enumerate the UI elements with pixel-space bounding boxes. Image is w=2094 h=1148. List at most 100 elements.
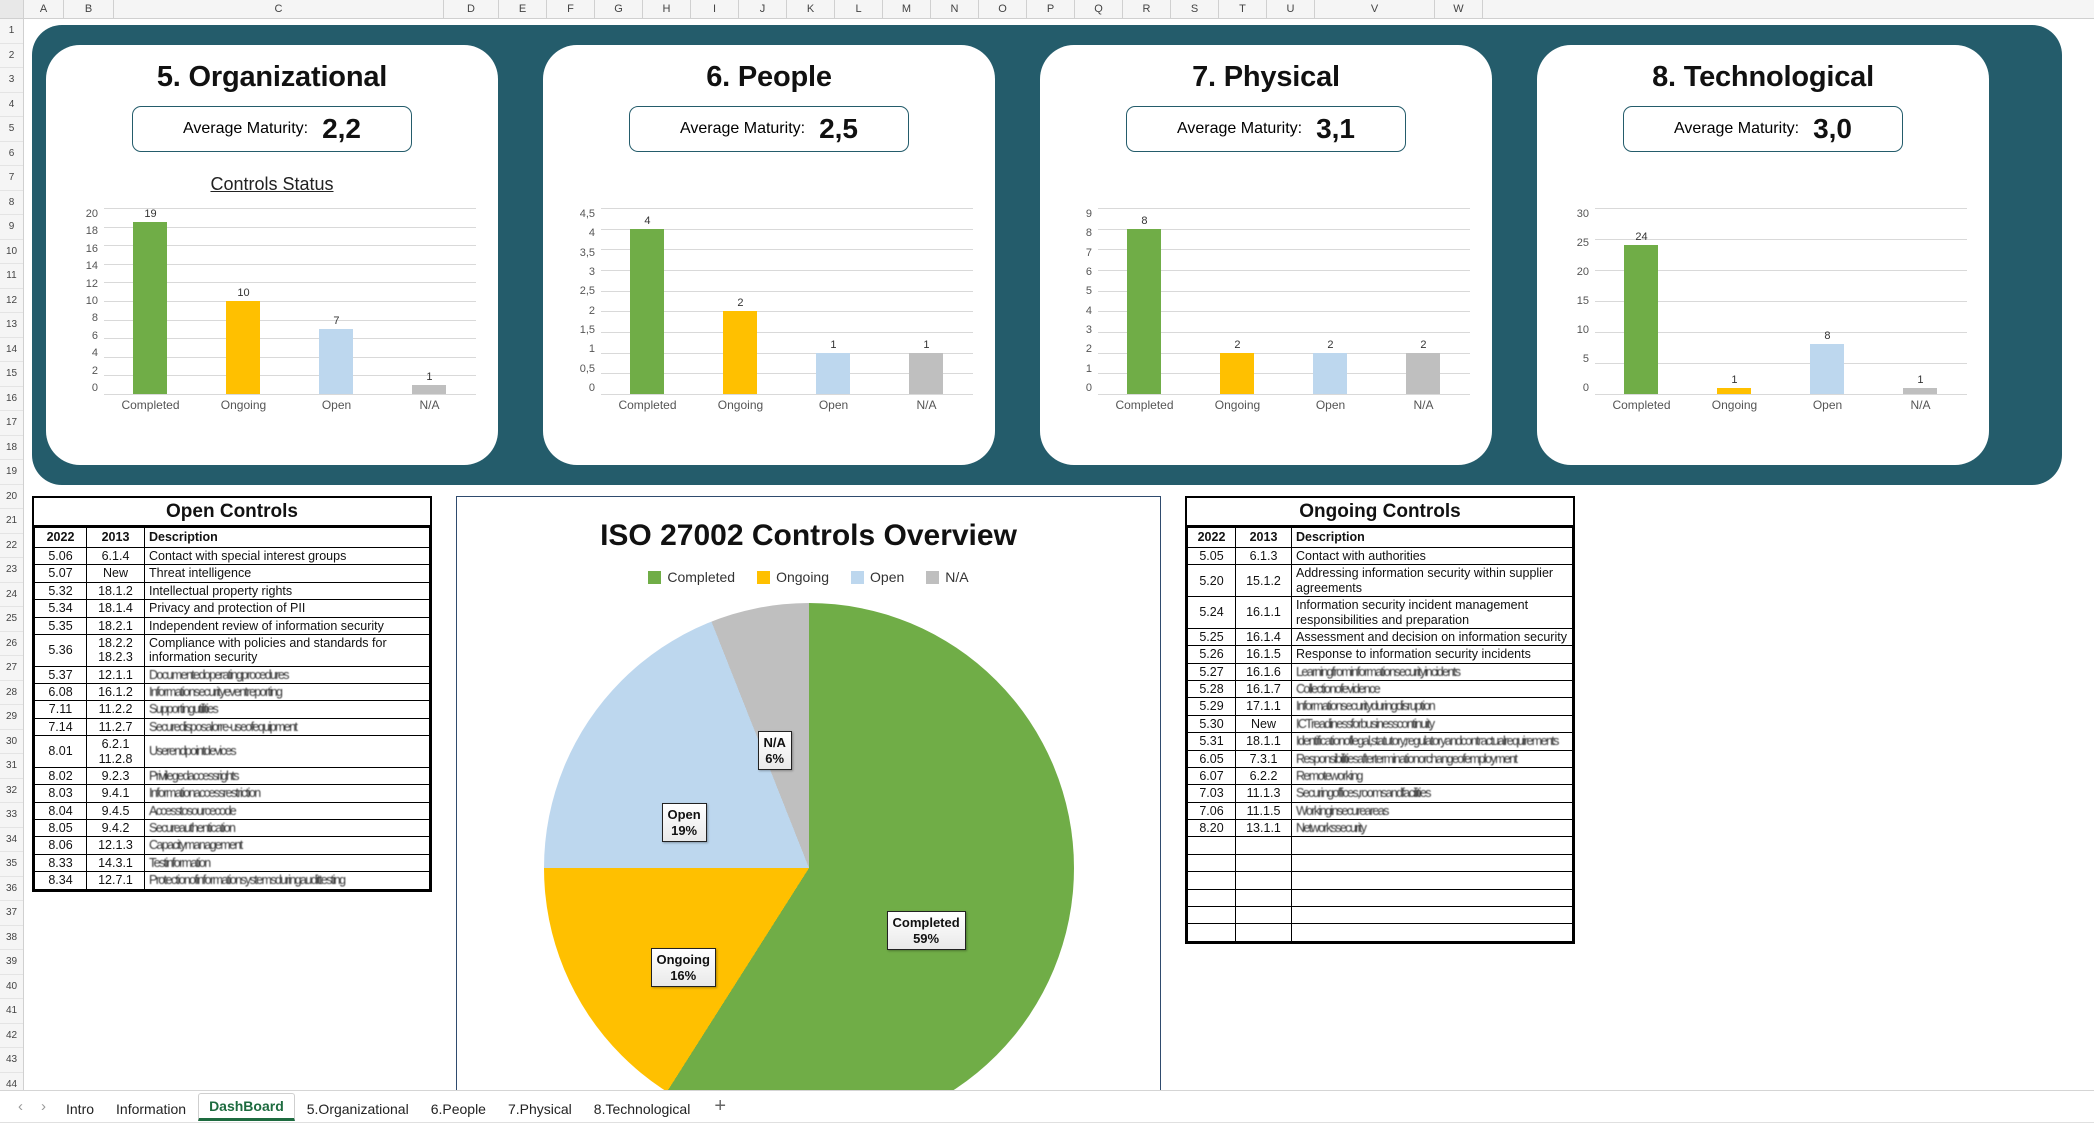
prev-sheet-button[interactable]: ‹: [10, 1098, 31, 1115]
column-header-W[interactable]: W: [1435, 0, 1483, 18]
add-sheet-button[interactable]: +: [702, 1095, 738, 1118]
table-row[interactable]: 8.20 13.1.1 Networks security: [1187, 818, 1573, 838]
table-row[interactable]: 5.07 New Threat intelligence: [34, 564, 430, 583]
table-row[interactable]: 7.11 11.2.2 Supporting utilities: [34, 700, 430, 719]
row-header-26[interactable]: 26: [0, 631, 23, 656]
row-header-30[interactable]: 30: [0, 729, 23, 754]
sheet-tab-intro[interactable]: Intro: [56, 1097, 104, 1121]
row-header-24[interactable]: 24: [0, 582, 23, 607]
row-header-1[interactable]: 1: [0, 19, 23, 44]
row-header-39[interactable]: 39: [0, 950, 23, 975]
column-header-C[interactable]: C: [114, 0, 444, 18]
column-header-O[interactable]: O: [979, 0, 1027, 18]
column-header-D[interactable]: D: [444, 0, 499, 18]
column-header-Q[interactable]: Q: [1075, 0, 1123, 18]
row-header-27[interactable]: 27: [0, 656, 23, 681]
next-sheet-button[interactable]: ›: [33, 1098, 54, 1115]
sheet-tab-dashboard[interactable]: DashBoard: [198, 1092, 295, 1121]
column-header-T[interactable]: T: [1219, 0, 1267, 18]
table-row[interactable]: 8.33 14.3.1 Test information: [34, 853, 430, 873]
table-row[interactable]: 5.05 6.1.3 Contact with authorities: [1187, 546, 1573, 566]
table-row[interactable]: 6.05 7.3.1 Responsibilities after terminat…: [1187, 749, 1573, 768]
column-header-A[interactable]: A: [24, 0, 64, 18]
column-header-H[interactable]: H: [643, 0, 691, 18]
table-row[interactable]: 5.30 New ICT readiness for business contin…: [1187, 714, 1573, 734]
table-row[interactable]: 5.34 18.1.4 Privacy and protection of PII: [34, 599, 430, 618]
table-row-empty[interactable]: [1187, 836, 1573, 855]
table-row-empty[interactable]: [1187, 853, 1573, 873]
column-header-I[interactable]: I: [691, 0, 739, 18]
row-header-19[interactable]: 19: [0, 460, 23, 485]
row-header-25[interactable]: 25: [0, 607, 23, 632]
row-header-4[interactable]: 4: [0, 92, 23, 117]
row-header-43[interactable]: 43: [0, 1048, 23, 1073]
column-header-V[interactable]: V: [1315, 0, 1435, 18]
row-header-41[interactable]: 41: [0, 999, 23, 1024]
select-all-corner[interactable]: [0, 0, 24, 18]
table-row[interactable]: 5.06 6.1.4 Contact with special interest g…: [34, 546, 430, 566]
row-header-20[interactable]: 20: [0, 484, 23, 509]
row-header-22[interactable]: 22: [0, 533, 23, 558]
column-header-K[interactable]: K: [787, 0, 835, 18]
row-header-36[interactable]: 36: [0, 876, 23, 901]
table-row-empty[interactable]: [1187, 871, 1573, 890]
column-header-E[interactable]: E: [499, 0, 547, 18]
row-header-2[interactable]: 2: [0, 43, 23, 68]
column-header-L[interactable]: L: [835, 0, 883, 18]
table-row[interactable]: 5.36 18.2.2 18.2.3 Compliance with policie…: [34, 633, 430, 667]
row-header-3[interactable]: 3: [0, 68, 23, 93]
row-header-37[interactable]: 37: [0, 901, 23, 926]
table-row[interactable]: 6.07 6.2.2 Remote working: [1187, 766, 1573, 786]
sheet-tab-6-people[interactable]: 6.People: [421, 1097, 496, 1121]
column-header-S[interactable]: S: [1171, 0, 1219, 18]
row-header-32[interactable]: 32: [0, 778, 23, 803]
column-header-G[interactable]: G: [595, 0, 643, 18]
table-row[interactable]: 5.27 16.1.6 Learning from information secu…: [1187, 662, 1573, 682]
row-header-38[interactable]: 38: [0, 925, 23, 950]
row-header-7[interactable]: 7: [0, 166, 23, 191]
column-header-B[interactable]: B: [64, 0, 114, 18]
column-header-P[interactable]: P: [1027, 0, 1075, 18]
row-header-10[interactable]: 10: [0, 239, 23, 264]
table-row[interactable]: 5.26 16.1.5 Response to information securi…: [1187, 645, 1573, 664]
table-row[interactable]: 8.03 9.4.1 Information access restriction: [34, 784, 430, 803]
table-row[interactable]: 5.31 18.1.1 Identification of legal, statu…: [1187, 732, 1573, 751]
table-row-empty[interactable]: [1187, 888, 1573, 907]
column-header-N[interactable]: N: [931, 0, 979, 18]
table-row[interactable]: 7.14 11.2.7 Secure disposal or re-use of e…: [34, 717, 430, 737]
row-header-21[interactable]: 21: [0, 509, 23, 534]
row-header-29[interactable]: 29: [0, 705, 23, 730]
table-row[interactable]: 5.35 18.2.1 Independent review of informat…: [34, 616, 430, 635]
sheet-tab-5-organizational[interactable]: 5.Organizational: [297, 1097, 419, 1121]
table-row-empty[interactable]: [1187, 923, 1573, 942]
row-header-5[interactable]: 5: [0, 117, 23, 142]
table-row[interactable]: 5.20 15.1.2 Addressing information securit…: [1187, 564, 1573, 598]
table-row[interactable]: 8.02 9.2.3 Privileged access rights: [34, 766, 430, 786]
table-row[interactable]: 7.06 11.1.5 Working in secure areas: [1187, 801, 1573, 821]
row-header-42[interactable]: 42: [0, 1023, 23, 1048]
sheet-tab-information[interactable]: Information: [106, 1097, 196, 1121]
row-header-33[interactable]: 33: [0, 803, 23, 828]
table-row[interactable]: 8.06 12.1.3 Capacity management: [34, 836, 430, 855]
row-header-14[interactable]: 14: [0, 337, 23, 362]
table-row[interactable]: 8.04 9.4.5 Access to source code: [34, 801, 430, 821]
row-header-34[interactable]: 34: [0, 827, 23, 852]
table-row[interactable]: 5.25 16.1.4 Assessment and decision on inf…: [1187, 627, 1573, 647]
table-row-empty[interactable]: [1187, 905, 1573, 925]
column-header-U[interactable]: U: [1267, 0, 1315, 18]
row-header-23[interactable]: 23: [0, 558, 23, 583]
row-header-17[interactable]: 17: [0, 411, 23, 436]
row-header-16[interactable]: 16: [0, 386, 23, 411]
row-header-18[interactable]: 18: [0, 435, 23, 460]
table-row[interactable]: 5.28 16.1.7 Collection of evidence: [1187, 679, 1573, 699]
row-header-40[interactable]: 40: [0, 974, 23, 999]
row-header-12[interactable]: 12: [0, 288, 23, 313]
table-row[interactable]: 5.32 18.1.2 Intellectual property rights: [34, 581, 430, 601]
column-header-F[interactable]: F: [547, 0, 595, 18]
table-row[interactable]: 8.34 12.7.1 Protection of information syst…: [34, 871, 430, 890]
row-header-11[interactable]: 11: [0, 264, 23, 289]
table-row[interactable]: 8.05 9.4.2 Secure authentication: [34, 818, 430, 838]
table-row[interactable]: 6.08 16.1.2 Information security event rep…: [34, 682, 430, 702]
table-row[interactable]: 7.03 11.1.3 Securing offices, rooms and fa…: [1187, 784, 1573, 803]
table-row[interactable]: 5.37 12.1.1 Documented operating procedure…: [34, 665, 430, 685]
